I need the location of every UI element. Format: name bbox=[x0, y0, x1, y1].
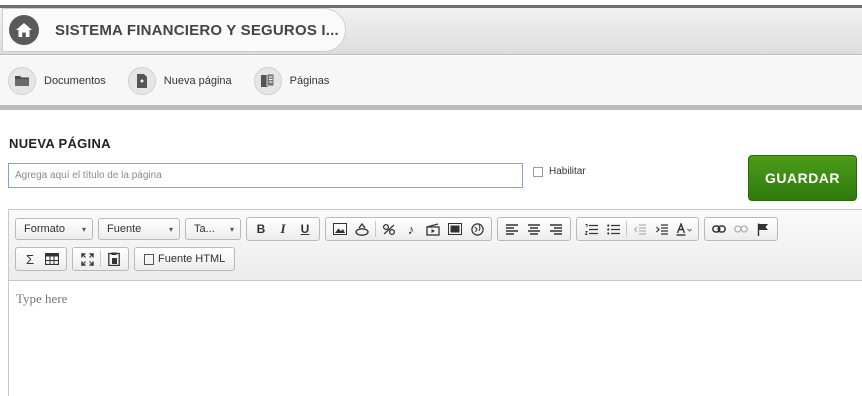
site-title: SISTEMA FINANCIERO Y SEGUROS I... bbox=[55, 21, 339, 39]
paste-icon[interactable] bbox=[104, 249, 124, 269]
source-group: Fuente HTML bbox=[134, 247, 236, 271]
home-button[interactable] bbox=[9, 15, 39, 45]
enable-checkbox[interactable]: Habilitar bbox=[533, 166, 586, 177]
sigma-icon[interactable]: Σ bbox=[20, 249, 40, 269]
site-tab: SISTEMA FINANCIERO Y SEGUROS I... bbox=[2, 8, 346, 52]
toolbar-row-1: Formato ▾ Fuente ▾ Ta... ▾ B I U ♪ bbox=[15, 216, 862, 242]
save-button[interactable]: GUARDAR bbox=[748, 155, 857, 201]
video-icon[interactable] bbox=[423, 219, 443, 239]
toolbar-separator bbox=[626, 221, 627, 237]
chevron-down-icon: ▾ bbox=[229, 224, 234, 234]
symbol-icon[interactable] bbox=[379, 219, 399, 239]
numbered-list-icon[interactable] bbox=[581, 219, 601, 239]
format-dropdown-label: Formato bbox=[24, 223, 65, 235]
nav-nueva-pagina[interactable]: Nueva página bbox=[127, 66, 232, 96]
pages-icon bbox=[253, 66, 282, 95]
gallery-icon[interactable] bbox=[445, 219, 465, 239]
unlink-icon[interactable] bbox=[731, 219, 751, 239]
rich-text-editor: Formato ▾ Fuente ▾ Ta... ▾ B I U ♪ Σ Fue… bbox=[8, 209, 862, 396]
align-left-icon[interactable] bbox=[502, 219, 522, 239]
folder-icon bbox=[8, 66, 36, 95]
math-table-group: Σ bbox=[15, 247, 67, 271]
chevron-down-icon: ▾ bbox=[168, 224, 173, 234]
editor-toolbar: Formato ▾ Fuente ▾ Ta... ▾ B I U ♪ Σ Fue… bbox=[9, 210, 862, 281]
audio-icon[interactable]: ♪ bbox=[401, 219, 421, 239]
bold-button[interactable]: B bbox=[251, 219, 271, 239]
toolbar-separator bbox=[100, 251, 101, 267]
text-color-icon[interactable] bbox=[674, 219, 694, 239]
size-dropdown[interactable]: Ta... ▾ bbox=[185, 218, 241, 240]
indent-icon[interactable] bbox=[652, 219, 672, 239]
image-icon[interactable] bbox=[330, 219, 350, 239]
nav-nueva-pagina-label: Nueva página bbox=[163, 74, 232, 87]
italic-button[interactable]: I bbox=[273, 219, 293, 239]
editor-placeholder: Type here bbox=[16, 291, 68, 306]
align-right-icon[interactable] bbox=[546, 219, 566, 239]
list-group bbox=[576, 217, 699, 241]
view-group bbox=[72, 247, 129, 271]
top-header: SISTEMA FINANCIERO Y SEGUROS I... bbox=[0, 0, 862, 55]
toolbar-separator bbox=[375, 221, 376, 237]
format-dropdown[interactable]: Formato ▾ bbox=[15, 218, 93, 240]
link-group bbox=[704, 217, 778, 241]
maximize-icon[interactable] bbox=[77, 249, 97, 269]
page-heading: NUEVA PÁGINA bbox=[9, 136, 111, 151]
font-dropdown[interactable]: Fuente ▾ bbox=[98, 218, 180, 240]
align-group bbox=[497, 217, 571, 241]
insert-group: ♪ bbox=[325, 217, 492, 241]
outdent-icon[interactable] bbox=[630, 219, 650, 239]
nav-paginas-label: Páginas bbox=[289, 74, 330, 87]
new-page-icon bbox=[127, 66, 156, 95]
text-style-group: B I U bbox=[246, 217, 320, 241]
size-dropdown-label: Ta... bbox=[194, 223, 215, 235]
nav-paginas[interactable]: Páginas bbox=[253, 66, 330, 96]
globe-icon[interactable] bbox=[467, 219, 487, 239]
html-source-button[interactable]: Fuente HTML bbox=[139, 249, 230, 269]
nav-documentos[interactable]: Documentos bbox=[8, 66, 106, 96]
nav-documentos-label: Documentos bbox=[44, 74, 106, 87]
upload-image-icon[interactable] bbox=[352, 219, 372, 239]
page-title-input[interactable] bbox=[8, 163, 523, 188]
secondary-nav: Documentos Nueva página Páginas bbox=[0, 56, 862, 110]
link-icon[interactable] bbox=[709, 219, 729, 239]
html-source-label: Fuente HTML bbox=[158, 253, 226, 265]
source-icon bbox=[144, 253, 154, 265]
enable-checkbox-label: Habilitar bbox=[549, 166, 586, 177]
home-icon bbox=[16, 23, 32, 37]
anchor-flag-icon[interactable] bbox=[753, 219, 773, 239]
underline-button[interactable]: U bbox=[295, 219, 315, 239]
align-center-icon[interactable] bbox=[524, 219, 544, 239]
table-icon[interactable] bbox=[42, 249, 62, 269]
chevron-down-icon: ▾ bbox=[81, 224, 86, 234]
enable-checkbox-box[interactable] bbox=[533, 166, 543, 177]
editor-content-area[interactable]: Type here bbox=[9, 281, 862, 396]
toolbar-row-2: Σ Fuente HTML bbox=[15, 246, 862, 272]
bullet-list-icon[interactable] bbox=[603, 219, 623, 239]
font-dropdown-label: Fuente bbox=[107, 223, 142, 235]
